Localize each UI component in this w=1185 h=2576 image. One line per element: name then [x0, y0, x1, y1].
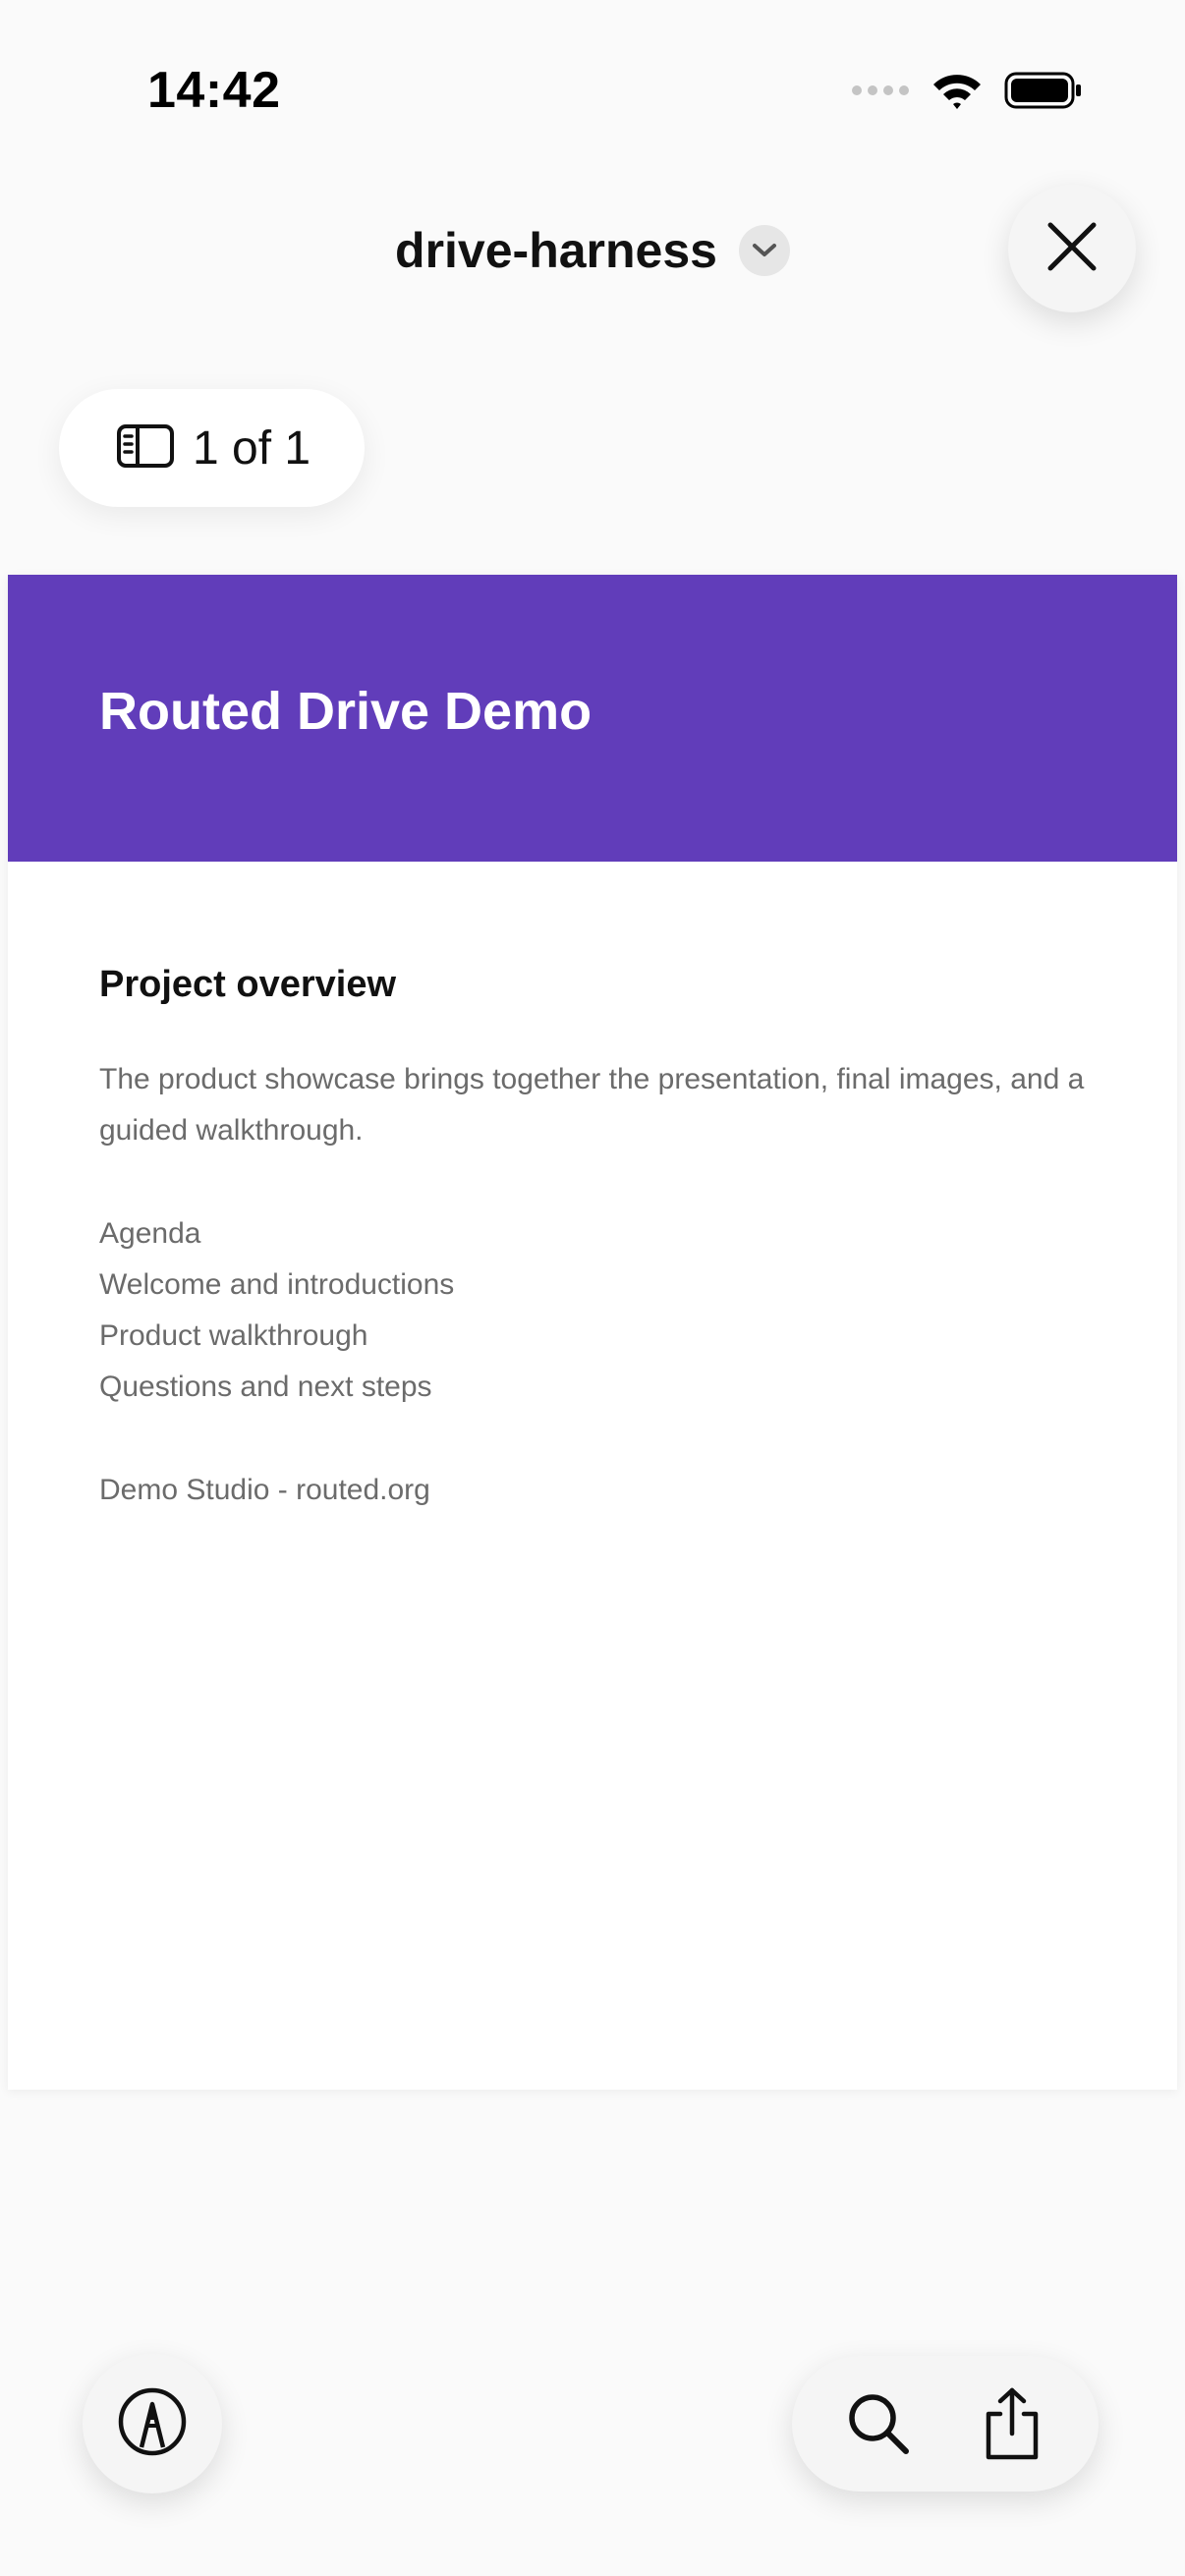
document-banner: Routed Drive Demo	[8, 575, 1177, 862]
document-page[interactable]: Routed Drive Demo Project overview The p…	[8, 575, 1177, 2090]
overview-paragraph: The product showcase brings together the…	[99, 1063, 1085, 1147]
document-footer: Demo Studio - routed.org	[99, 1474, 430, 1506]
agenda-list: Agenda Welcome and introductions Product…	[99, 1208, 454, 1413]
status-icons	[851, 71, 1083, 115]
cellular-dots-icon	[851, 84, 910, 102]
search-icon[interactable]	[829, 2375, 928, 2473]
share-icon[interactable]	[963, 2375, 1061, 2473]
screen: 14:42 drive-harness 1 of 1 Routed Drive …	[0, 0, 1185, 2576]
agenda-item: Welcome and introductions	[99, 1268, 455, 1301]
agenda-item: Product walkthrough	[99, 1319, 368, 1352]
battery-icon	[1004, 71, 1083, 115]
agenda-item: Questions and next steps	[99, 1371, 432, 1403]
section-heading: Project overview	[99, 964, 397, 1005]
page-counter-label: 1 of 1	[193, 421, 311, 475]
markup-button[interactable]	[83, 2354, 222, 2493]
wifi-icon	[931, 71, 983, 115]
close-button[interactable]	[1008, 185, 1136, 312]
sidebar-icon	[116, 423, 175, 474]
markup-pen-icon	[117, 2386, 188, 2462]
status-time: 14:42	[147, 62, 281, 119]
banner-title: Routed Drive Demo	[99, 682, 592, 741]
agenda-heading: Agenda	[99, 1217, 201, 1250]
document-title: drive-harness	[395, 223, 717, 278]
actions-toolbar	[792, 2356, 1099, 2492]
page-counter-button[interactable]: 1 of 1	[59, 389, 365, 507]
close-icon	[1044, 219, 1100, 279]
chevron-down-icon[interactable]	[738, 225, 790, 276]
